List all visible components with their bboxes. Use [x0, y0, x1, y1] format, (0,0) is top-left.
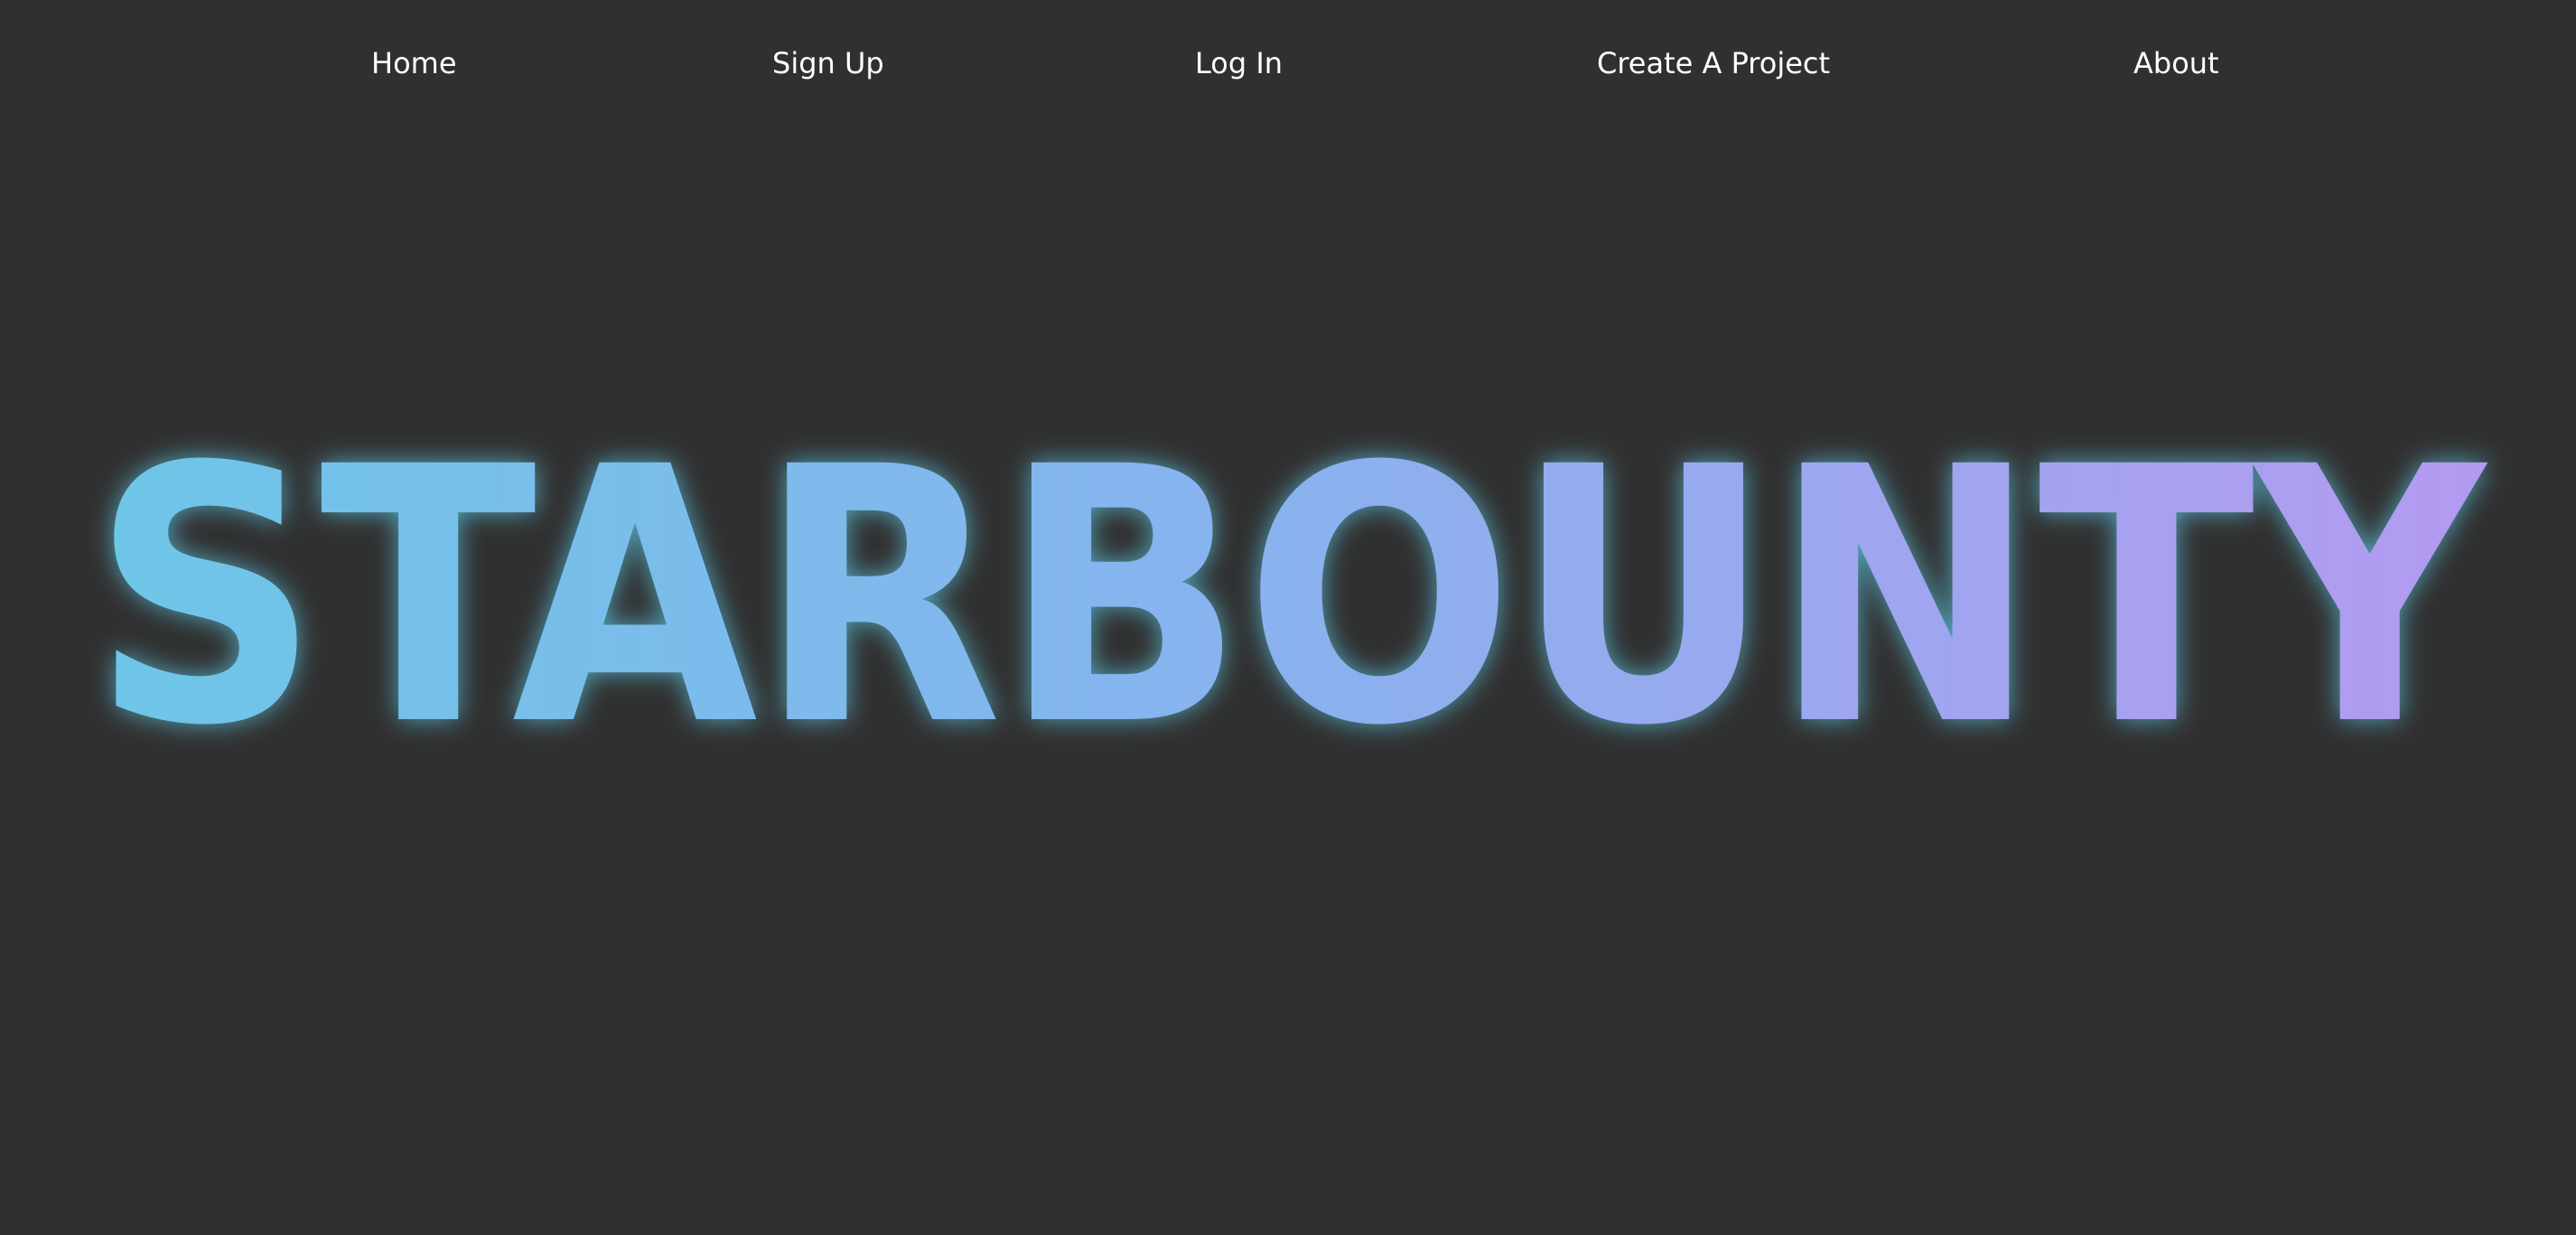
- nav-link-create-project[interactable]: Create A Project: [1597, 43, 1830, 83]
- nav-link-log-in[interactable]: Log In: [1195, 43, 1283, 83]
- hero-section: STARBOUNTY: [0, 379, 2576, 849]
- hero-title-graphic: STARBOUNTY: [91, 392, 2488, 802]
- top-navigation: Home Sign Up Log In Create A Project Abo…: [0, 0, 2576, 126]
- hero-title: STARBOUNTY: [91, 392, 2488, 802]
- nav-link-home[interactable]: Home: [371, 43, 457, 83]
- nav-link-sign-up[interactable]: Sign Up: [772, 43, 884, 83]
- nav-link-about[interactable]: About: [2133, 43, 2219, 83]
